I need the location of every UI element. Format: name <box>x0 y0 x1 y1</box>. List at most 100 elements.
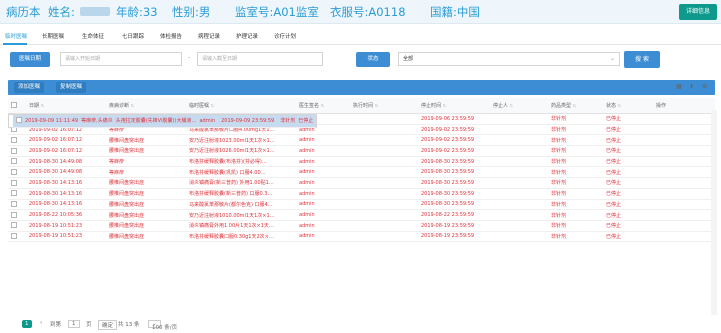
cell-execution-time <box>350 124 418 136</box>
row-checkbox[interactable] <box>8 177 26 189</box>
cell-diagnosis: 等麻疹,头痛炎 <box>78 114 113 128</box>
table-row[interactable]: 2019-08-30 14:13:16 腰椎间盘突出症 消炎镇痛膏(新三普药) 外用… <box>8 177 715 189</box>
cell-date: 2019-08-30 14:13:16 <box>26 188 106 200</box>
cell-actions <box>313 114 317 128</box>
order-date-button[interactable]: 医嘱日期 <box>10 52 50 67</box>
date-range-separator: - <box>188 54 191 61</box>
copy-order-button[interactable]: 复制医嘱 <box>56 82 86 93</box>
tab-exam-report[interactable]: 体检报告 <box>160 32 182 40</box>
cell-doctor-signature: admin <box>296 166 350 179</box>
row-checkbox[interactable] <box>8 166 26 179</box>
select-all-checkbox[interactable] <box>8 98 26 114</box>
patient-name-label: 姓名: <box>48 5 75 19</box>
tab-temporary-orders[interactable]: 临时医嘱 <box>5 32 27 40</box>
col-diagnosis[interactable]: 疾病诊断 ⇅ <box>106 98 186 114</box>
row-checkbox[interactable] <box>8 220 26 232</box>
table-row[interactable]: 2019-09-02 16:07:12 腰椎间盘突出症 安乃近注射液1026.00m… <box>8 145 715 157</box>
row-checkbox[interactable] <box>8 231 26 243</box>
row-checkbox[interactable] <box>8 156 26 168</box>
cell-execution-time <box>350 134 418 147</box>
goto-confirm-button[interactable]: 确定 <box>98 320 118 330</box>
cell-drug-type: 非针剂 <box>548 166 603 179</box>
table-row[interactable]: 2019-08-19 10:51:23 腰椎间盘突出症 布洛芬缓释胶囊口服0.30g… <box>8 231 715 243</box>
cell-doctor-signature: admin <box>196 114 216 128</box>
end-date-input[interactable]: 请输入截至日期 <box>197 52 323 66</box>
cell-drug-type: 非针剂 <box>548 220 603 232</box>
goto-page-input[interactable]: 1 <box>68 320 80 328</box>
row-checkbox[interactable] <box>8 188 26 200</box>
table-row[interactable]: 2019-08-19 10:51:23 腰椎间盘突出症 消炎镇痛膏外用1.00片1天… <box>8 220 715 232</box>
cell-execution-time <box>350 166 418 179</box>
cell-drug-type: 非针剂 <box>548 188 603 200</box>
table-scrollbar[interactable] <box>711 110 717 315</box>
col-date[interactable]: 日期 ⇅ <box>26 98 106 114</box>
gear-icon[interactable]: ⚙ <box>702 83 707 90</box>
row-checkbox[interactable] <box>8 145 26 157</box>
table-row[interactable]: 2019-08-22 10:05:36 腰椎间盘突出症 安乃近注射液1010.00m… <box>8 209 715 221</box>
print-icon[interactable]: ▦ <box>676 83 682 90</box>
page-current[interactable]: 1 <box>22 320 32 328</box>
row-checkbox[interactable] <box>8 199 26 211</box>
cell-stop-time: 2019-08-30 23:59:59 <box>418 156 490 168</box>
cell-actions <box>653 177 715 189</box>
table-row[interactable]: 2019-08-30 14:13:16 腰椎间盘突出症 布洛芬缓释胶囊(新三普药) … <box>8 188 715 200</box>
orders-table: 日期 ⇅ 疾病诊断 ⇅ 临时医嘱 ⇅ 医生签名 ⇅ 执行时间 ⇅ 停止时间 ⇅ … <box>8 98 715 243</box>
tab-long-term-orders[interactable]: 长期医嘱 <box>42 32 64 40</box>
cell-date: 2019-08-30 14:13:16 <box>26 199 106 211</box>
detail-info-button[interactable]: 详细信息 <box>679 4 717 20</box>
cell-status: 已停止 <box>603 145 653 157</box>
cell-actions <box>653 156 715 168</box>
col-temporary-order[interactable]: 临时医嘱 ⇅ <box>186 98 296 114</box>
chevron-down-icon: ⌄ <box>609 55 615 62</box>
cell-date: 2019-08-30 14:49:08 <box>26 156 106 168</box>
tab-seven-day-tracking[interactable]: 七日跟踪 <box>122 32 144 40</box>
per-page-select[interactable]: 100 条/页 ⌄ <box>148 320 177 331</box>
col-drug-type[interactable]: 药品类型 ⇅ <box>548 98 603 114</box>
table-row[interactable]: 2019-09-02 16:07:12 腰椎间盘突出症 安乃近注射液1023.00m… <box>8 134 715 147</box>
cell-stop-time: 2019-09-02 23:59:59 <box>418 145 490 157</box>
col-status[interactable]: 状态 ⇅ <box>603 98 653 114</box>
cell-temporary-order: 安乃近注射液1026.00ml1天1次×1… <box>186 145 296 157</box>
table-row[interactable]: 2019-08-30 14:13:16 腰椎间盘突出症 马来酸氯苯那敏片(都尔色克)… <box>8 199 715 211</box>
cell-execution-time <box>350 231 418 243</box>
row-checkbox[interactable] <box>8 209 26 221</box>
search-button[interactable]: 搜 索 <box>624 51 660 68</box>
cell-drug-type: 非针剂 <box>548 124 603 136</box>
tab-progress-notes[interactable]: 病程记录 <box>198 32 220 40</box>
cell-stop-time: 2019-08-22 23:59:59 <box>418 209 490 221</box>
tab-nursing-records[interactable]: 护理记录 <box>236 32 258 40</box>
cell-diagnosis: 腰椎间盘突出症 <box>106 209 186 221</box>
add-order-button[interactable]: 添加医嘱 <box>14 82 44 93</box>
cell-diagnosis: 腰椎间盘突出症 <box>106 145 186 157</box>
status-select[interactable]: 全部 ⌄ <box>398 52 620 66</box>
cell-actions <box>653 145 715 157</box>
cell-actions <box>653 113 715 125</box>
col-doctor-signature[interactable]: 医生签名 ⇅ <box>296 98 350 114</box>
col-stopped-by[interactable]: 停止人 ⇅ <box>490 98 548 114</box>
table-row[interactable]: 2019-08-30 14:49:08 等麻疹 布洛芬缓释胶囊(巩凯) 口服4.00… <box>8 166 715 179</box>
cell-actions <box>653 231 715 243</box>
export-icon[interactable]: ⬇ <box>689 83 694 90</box>
cell-status: 已停止 <box>603 209 653 221</box>
cell-execution-time <box>350 113 418 125</box>
cell-actions <box>653 220 715 232</box>
table-row[interactable]: 2019-09-09 11:11:49 等麻疹,头痛炎 头孢拉定胶囊(先锋VI胶囊)… <box>8 113 318 128</box>
cell-doctor-signature: admin <box>296 177 350 189</box>
cell-actions <box>653 166 715 179</box>
tab-treatment-plan[interactable]: 诊疗计划 <box>274 32 296 40</box>
col-execution-time[interactable]: 执行时间 ⇅ <box>350 98 418 114</box>
cell-doctor-signature: admin <box>296 209 350 221</box>
table-row[interactable]: 2019-08-30 14:49:08 等麻疹 布洛芬缓释胶囊(布洛芬)(芬必得)…… <box>8 156 715 168</box>
cell-actions <box>653 199 715 211</box>
page-prev-button[interactable]: ‹ <box>40 320 42 326</box>
row-checkbox[interactable] <box>8 134 26 147</box>
start-date-input[interactable]: 请输入开始日期 <box>60 52 182 66</box>
row-checkbox[interactable] <box>13 114 22 128</box>
cell-status: 已停止 <box>603 199 653 211</box>
cell-temporary-order: 马来酸氯苯那敏片(都尔色克) 口服4… <box>186 199 296 211</box>
status-label-button[interactable]: 状态 <box>356 52 390 67</box>
cell-actions <box>653 209 715 221</box>
cell-stopped-by <box>490 231 548 243</box>
col-stop-time[interactable]: 停止时间 ⇅ <box>418 98 490 114</box>
tab-vital-signs[interactable]: 生命体征 <box>82 32 104 40</box>
